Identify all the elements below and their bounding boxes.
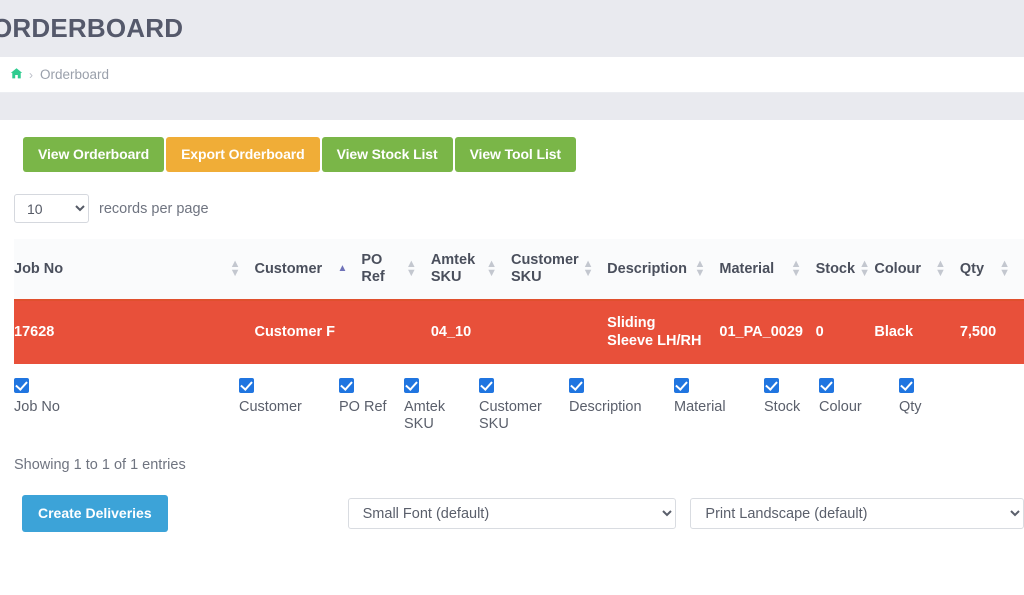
cell-description: Sliding Sleeve LH/RH — [607, 300, 720, 364]
column-header-label: Customer — [254, 260, 323, 277]
column-toggle-description[interactable]: Description — [569, 378, 674, 416]
view-stock-list-button[interactable]: View Stock List — [321, 137, 453, 172]
sort-both-icon: ▲ ▼ — [229, 258, 241, 280]
column-toggle-label: PO Ref — [339, 399, 387, 415]
sort-both-icon: ▲ ▼ — [790, 258, 802, 280]
cell-qty: 7,500 — [959, 300, 1024, 364]
table-row[interactable]: 17628 Customer F 04_10 Sliding Sleeve LH… — [14, 300, 1024, 364]
table-header-row: Job No ▲ ▼ Customer ▲ PO Ref ▲ ▼ Amtek S… — [14, 239, 1024, 302]
column-header-label: Description — [607, 260, 687, 277]
checkbox-checked-icon[interactable] — [819, 378, 834, 393]
showing-entries-text: Showing 1 to 1 of 1 entries — [14, 457, 186, 474]
column-header-customer-sku[interactable]: Customer SKU ▲ ▼ — [510, 239, 608, 302]
checkbox-checked-icon[interactable] — [14, 378, 29, 393]
column-toggle-label: Customer — [239, 399, 302, 415]
page-title-band: ORDERBOARD — [0, 0, 1024, 57]
orderboard-table-wrapper: Job No ▲ ▼ Customer ▲ PO Ref ▲ ▼ Amtek S… — [0, 239, 1024, 364]
checkbox-checked-icon[interactable] — [899, 378, 914, 393]
view-orderboard-button[interactable]: View Orderboard — [23, 137, 165, 172]
column-toggle-customer[interactable]: Customer — [239, 378, 339, 416]
column-header-colour[interactable]: Colour ▲ ▼ — [874, 239, 960, 302]
view-tool-list-button[interactable]: View Tool List — [454, 137, 576, 172]
column-header-stock[interactable]: Stock ▲ ▼ — [815, 239, 875, 302]
print-orientation-select[interactable]: Print Landscape (default) — [690, 498, 1024, 530]
breadcrumb-current[interactable]: Orderboard — [40, 67, 109, 82]
column-toggle-label: Colour — [819, 399, 862, 415]
checkbox-checked-icon[interactable] — [764, 378, 779, 393]
orderboard-table: Job No ▲ ▼ Customer ▲ PO Ref ▲ ▼ Amtek S… — [14, 239, 1024, 364]
cell-job-no: 17628 — [14, 300, 255, 364]
cell-amtek-sku: 04_10 — [430, 300, 511, 364]
cell-stock: 0 — [815, 300, 875, 364]
column-header-label: Qty — [959, 260, 985, 277]
column-header-material[interactable]: Material ▲ ▼ — [719, 239, 816, 302]
checkbox-checked-icon[interactable] — [479, 378, 494, 393]
column-toggle-amtek-sku[interactable]: Amtek SKU — [404, 378, 479, 433]
column-header-customer[interactable]: Customer ▲ — [254, 239, 362, 302]
sort-both-icon: ▲ ▼ — [934, 258, 946, 280]
column-toggle-stock[interactable]: Stock — [764, 378, 819, 416]
footer-controls: Create Deliveries Small Font (default) P… — [22, 495, 1024, 533]
column-toggle-qty[interactable]: Qty — [899, 378, 959, 416]
checkbox-checked-icon[interactable] — [339, 378, 354, 393]
sort-both-icon: ▲ ▼ — [999, 258, 1010, 280]
column-toggle-row: Job No Customer PO Ref Amtek SKU Custome… — [14, 364, 1024, 439]
font-size-select[interactable]: Small Font (default) — [347, 498, 677, 530]
checkbox-checked-icon[interactable] — [404, 378, 419, 393]
create-deliveries-button[interactable]: Create Deliveries — [22, 495, 168, 533]
column-toggle-label: Job No — [14, 399, 60, 415]
column-toggle-label: Description — [569, 399, 642, 415]
column-header-amtek-sku[interactable]: Amtek SKU ▲ ▼ — [430, 239, 511, 302]
export-orderboard-button[interactable]: Export Orderboard — [166, 137, 320, 172]
column-toggle-customer-sku[interactable]: Customer SKU — [479, 378, 569, 433]
column-toggle-label: Amtek SKU — [404, 399, 446, 433]
records-per-page-row: 10 records per page — [0, 172, 1024, 223]
checkbox-checked-icon[interactable] — [569, 378, 584, 393]
checkbox-checked-icon[interactable] — [239, 378, 254, 393]
sort-ascending-icon: ▲ — [337, 263, 348, 275]
cell-colour: Black — [874, 300, 960, 364]
cell-customer-sku — [510, 300, 608, 364]
column-header-label: PO Ref — [361, 252, 385, 286]
column-header-label: Job No — [14, 260, 64, 277]
home-icon[interactable] — [10, 67, 23, 82]
page-title: ORDERBOARD — [0, 13, 184, 43]
records-per-page-select[interactable]: 10 — [14, 194, 89, 223]
toolbar: View Orderboard Export Orderboard View S… — [0, 120, 1024, 172]
sort-both-icon: ▲ ▼ — [405, 258, 417, 280]
sort-both-icon: ▲ ▼ — [486, 258, 497, 280]
column-toggle-label: Qty — [899, 399, 922, 415]
content-spacer — [0, 93, 1024, 120]
column-header-label: Colour — [874, 260, 922, 277]
column-header-qty[interactable]: Qty ▲ ▼ — [959, 239, 1024, 302]
column-toggle-material[interactable]: Material — [674, 378, 764, 416]
cell-po-ref — [361, 300, 431, 364]
breadcrumb-separator: › — [29, 67, 33, 82]
cell-material: 01_PA_0029 — [719, 300, 816, 364]
cell-customer: Customer F — [254, 300, 362, 364]
column-header-job-no[interactable]: Job No ▲ ▼ — [14, 239, 255, 302]
column-header-label: Amtek SKU — [430, 252, 476, 286]
column-toggle-label: Stock — [764, 399, 801, 415]
column-header-label: Customer SKU — [510, 252, 579, 286]
column-toggle-colour[interactable]: Colour — [819, 378, 899, 416]
column-header-label: Stock — [815, 260, 856, 277]
column-header-description[interactable]: Description ▲ ▼ — [607, 239, 720, 302]
checkbox-checked-icon[interactable] — [674, 378, 689, 393]
sort-both-icon: ▲ ▼ — [582, 258, 594, 280]
column-header-label: Material — [719, 260, 775, 277]
records-per-page-label: records per page — [99, 200, 209, 217]
sort-both-icon: ▲ ▼ — [694, 258, 706, 280]
column-header-po-ref[interactable]: PO Ref ▲ ▼ — [361, 239, 431, 302]
sort-both-icon: ▲ ▼ — [859, 258, 870, 280]
column-toggle-po-ref[interactable]: PO Ref — [339, 378, 404, 416]
column-toggle-label: Material — [674, 399, 726, 415]
column-toggle-label: Customer SKU — [479, 399, 542, 433]
breadcrumb: › Orderboard — [0, 57, 1024, 93]
column-toggle-job-no[interactable]: Job No — [14, 378, 239, 416]
orderboard-card: View Orderboard Export Orderboard View S… — [0, 120, 1024, 533]
